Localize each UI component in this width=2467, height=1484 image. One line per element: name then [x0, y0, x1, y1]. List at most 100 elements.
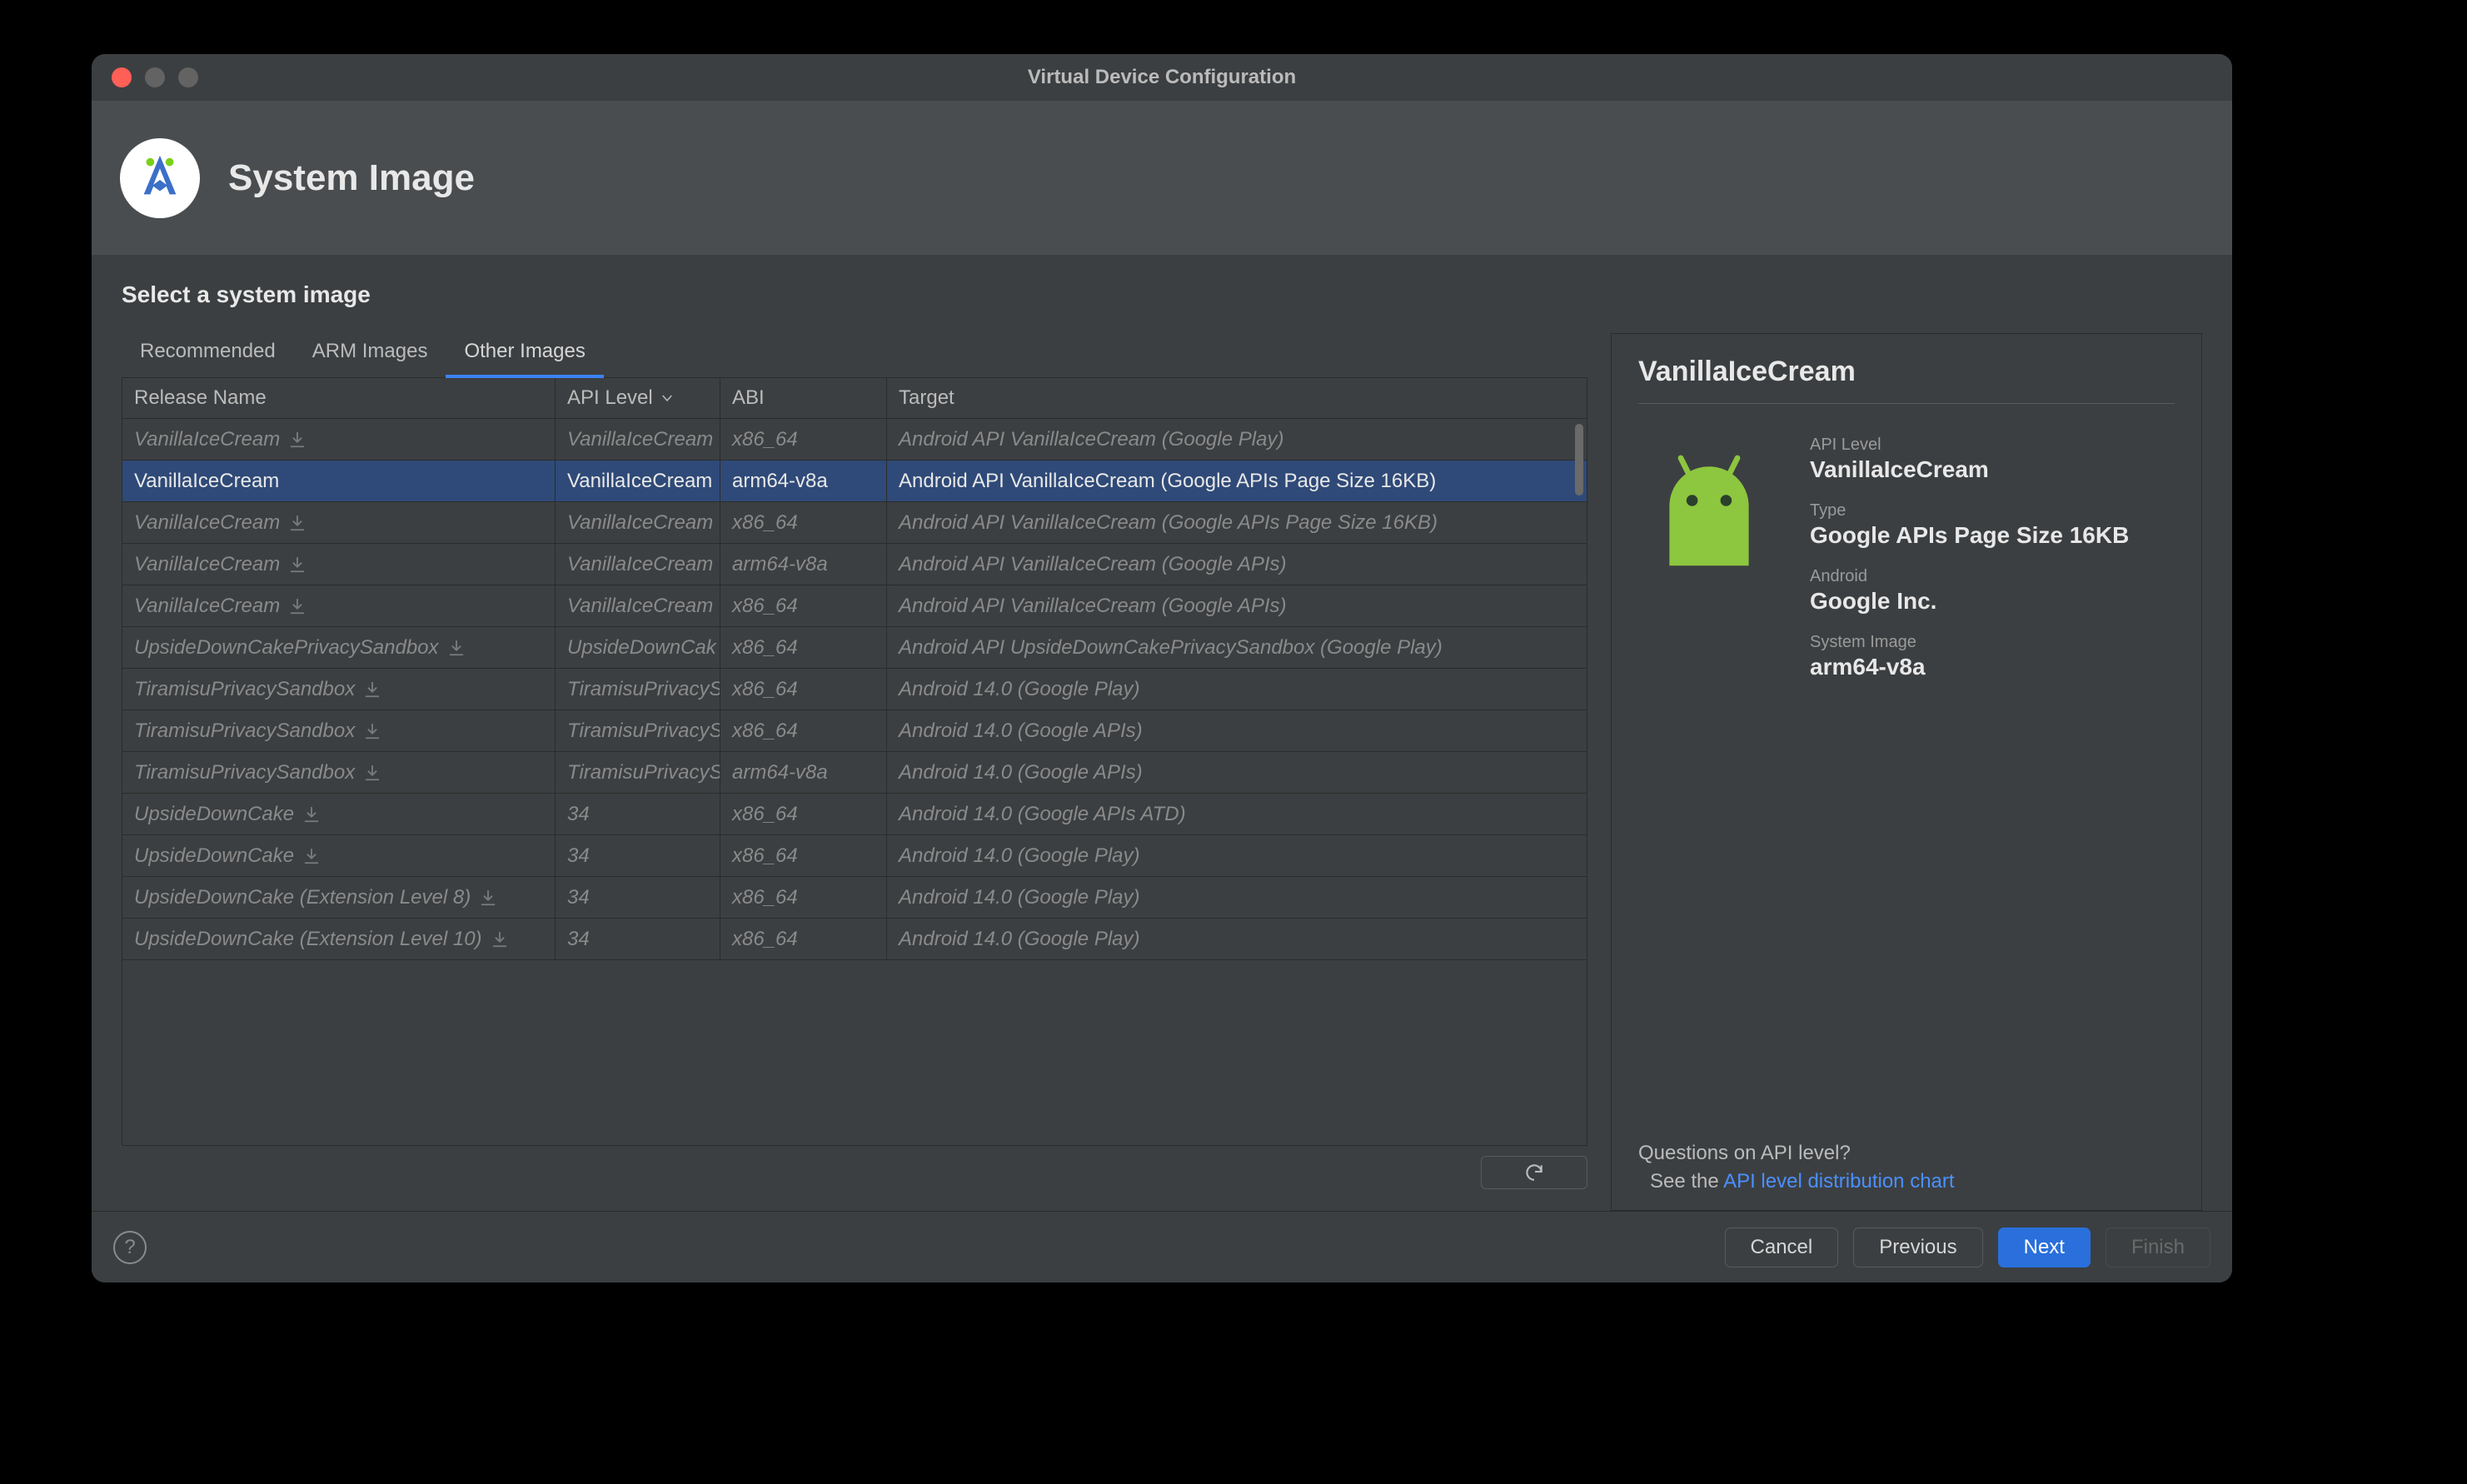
cell-abi: x86_64 — [720, 835, 887, 876]
cell-api: UpsideDownCak — [556, 627, 720, 668]
api-level-distribution-link[interactable]: API level distribution chart — [1723, 1170, 1954, 1193]
refresh-icon — [1523, 1162, 1545, 1183]
column-api-level[interactable]: API Level — [556, 378, 720, 418]
download-icon[interactable] — [288, 597, 307, 615]
refresh-bar — [122, 1146, 1587, 1211]
table-row[interactable]: UpsideDownCake34x86_64Android 14.0 (Goog… — [122, 794, 1587, 835]
download-icon[interactable] — [363, 764, 381, 782]
download-icon[interactable] — [288, 555, 307, 574]
download-icon[interactable] — [288, 431, 307, 449]
android-icon — [1638, 436, 1780, 1142]
cell-abi: x86_64 — [720, 585, 887, 626]
cell-api: 34 — [556, 835, 720, 876]
system-image-label: System Image — [1810, 633, 2129, 652]
table-row[interactable]: VanillaIceCreamVanillaIceCreamx86_64Andr… — [122, 419, 1587, 461]
zoom-window-button[interactable] — [178, 67, 198, 87]
cell-release: UpsideDownCake — [122, 835, 556, 876]
cell-abi: x86_64 — [720, 627, 887, 668]
cancel-button[interactable]: Cancel — [1725, 1228, 1839, 1267]
download-icon[interactable] — [288, 514, 307, 532]
dialog-window: Virtual Device Configuration System Imag… — [92, 54, 2232, 1282]
cell-api: TiramisuPrivacyS — [556, 752, 720, 793]
cell-api: VanillaIceCream — [556, 585, 720, 626]
questions-prefix: See the — [1650, 1170, 1723, 1193]
cell-target: Android API VanillaIceCream (Google APIs… — [887, 585, 1587, 626]
cell-api: TiramisuPrivacyS — [556, 669, 720, 710]
tabs: Recommended ARM Images Other Images — [122, 333, 1587, 378]
cell-api: 34 — [556, 877, 720, 918]
header-banner: System Image — [92, 101, 2232, 255]
scrollbar-thumb[interactable] — [1575, 424, 1583, 495]
cell-release: UpsideDownCake (Extension Level 8) — [122, 877, 556, 918]
cell-release: UpsideDownCakePrivacySandbox — [122, 627, 556, 668]
table-row[interactable]: VanillaIceCreamVanillaIceCreamarm64-v8aA… — [122, 544, 1587, 585]
tab-recommended[interactable]: Recommended — [122, 333, 294, 379]
cell-target: Android API VanillaIceCream (Google APIs… — [887, 461, 1587, 501]
table-row[interactable]: UpsideDownCake (Extension Level 10)34x86… — [122, 919, 1587, 960]
table-row[interactable]: TiramisuPrivacySandboxTiramisuPrivacySx8… — [122, 710, 1587, 752]
cell-release: TiramisuPrivacySandbox — [122, 710, 556, 751]
android-label: Android — [1810, 567, 2129, 586]
column-target[interactable]: Target — [887, 378, 1587, 418]
cell-target: Android 14.0 (Google Play) — [887, 835, 1587, 876]
table-row[interactable]: VanillaIceCreamVanillaIceCreamarm64-v8aA… — [122, 461, 1587, 502]
close-window-button[interactable] — [112, 67, 132, 87]
cell-release: VanillaIceCream — [122, 461, 556, 501]
table-row[interactable]: VanillaIceCreamVanillaIceCreamx86_64Andr… — [122, 502, 1587, 544]
download-icon[interactable] — [363, 722, 381, 740]
table-row[interactable]: UpsideDownCake (Extension Level 8)34x86_… — [122, 877, 1587, 919]
cell-release: TiramisuPrivacySandbox — [122, 669, 556, 710]
column-release-name[interactable]: Release Name — [122, 378, 556, 418]
table-body: VanillaIceCreamVanillaIceCreamx86_64Andr… — [122, 419, 1587, 1145]
android-studio-icon — [120, 138, 200, 218]
download-icon[interactable] — [302, 847, 321, 865]
cell-api: VanillaIceCream — [556, 461, 720, 501]
tab-arm-images[interactable]: ARM Images — [294, 333, 446, 379]
cell-target: Android API UpsideDownCakePrivacySandbox… — [887, 627, 1587, 668]
column-abi[interactable]: ABI — [720, 378, 887, 418]
previous-button[interactable]: Previous — [1853, 1228, 1982, 1267]
api-level-label: API Level — [1810, 436, 2129, 455]
left-column: Recommended ARM Images Other Images Rele… — [122, 333, 1587, 1211]
cell-release: VanillaIceCream — [122, 544, 556, 585]
next-button[interactable]: Next — [1998, 1228, 2091, 1267]
cell-release: TiramisuPrivacySandbox — [122, 752, 556, 793]
cell-api: TiramisuPrivacyS — [556, 710, 720, 751]
cell-release: VanillaIceCream — [122, 585, 556, 626]
table-row[interactable]: TiramisuPrivacySandboxTiramisuPrivacySx8… — [122, 669, 1587, 710]
cell-target: Android 14.0 (Google Play) — [887, 919, 1587, 959]
minimize-window-button[interactable] — [145, 67, 165, 87]
cell-api: VanillaIceCream — [556, 502, 720, 543]
chevron-down-icon — [660, 391, 675, 406]
window-title: Virtual Device Configuration — [92, 66, 2232, 89]
download-icon[interactable] — [491, 930, 509, 949]
download-icon[interactable] — [479, 889, 497, 907]
cell-abi: arm64-v8a — [720, 544, 887, 585]
system-image-table: Release Name API Level ABI Target Vanill… — [122, 378, 1587, 1146]
cell-target: Android API VanillaIceCream (Google APIs… — [887, 544, 1587, 585]
footer: ? Cancel Previous Next Finish — [92, 1211, 2232, 1282]
cell-release: UpsideDownCake (Extension Level 10) — [122, 919, 556, 959]
cell-abi: x86_64 — [720, 710, 887, 751]
system-image-value: arm64-v8a — [1810, 654, 2129, 680]
table-row[interactable]: UpsideDownCake34x86_64Android 14.0 (Goog… — [122, 835, 1587, 877]
refresh-button[interactable] — [1481, 1156, 1587, 1189]
table-row[interactable]: UpsideDownCakePrivacySandboxUpsideDownCa… — [122, 627, 1587, 669]
help-button[interactable]: ? — [113, 1231, 147, 1264]
cell-release: UpsideDownCake — [122, 794, 556, 834]
detail-fields: API LevelVanillaIceCream TypeGoogle APIs… — [1810, 436, 2129, 1142]
table-row[interactable]: TiramisuPrivacySandboxTiramisuPrivacySar… — [122, 752, 1587, 794]
table-row[interactable]: VanillaIceCreamVanillaIceCreamx86_64Andr… — [122, 585, 1587, 627]
cell-target: Android API VanillaIceCream (Google APIs… — [887, 502, 1587, 543]
section-title: Select a system image — [122, 281, 2202, 308]
cell-abi: arm64-v8a — [720, 461, 887, 501]
api-level-value: VanillaIceCream — [1810, 456, 2129, 483]
questions-block: Questions on API level? See the API leve… — [1638, 1142, 2175, 1193]
cell-target: Android 14.0 (Google APIs ATD) — [887, 794, 1587, 834]
download-icon[interactable] — [302, 805, 321, 824]
type-label: Type — [1810, 501, 2129, 520]
table-header: Release Name API Level ABI Target — [122, 378, 1587, 419]
download-icon[interactable] — [447, 639, 466, 657]
tab-other-images[interactable]: Other Images — [446, 333, 603, 379]
download-icon[interactable] — [363, 680, 381, 699]
